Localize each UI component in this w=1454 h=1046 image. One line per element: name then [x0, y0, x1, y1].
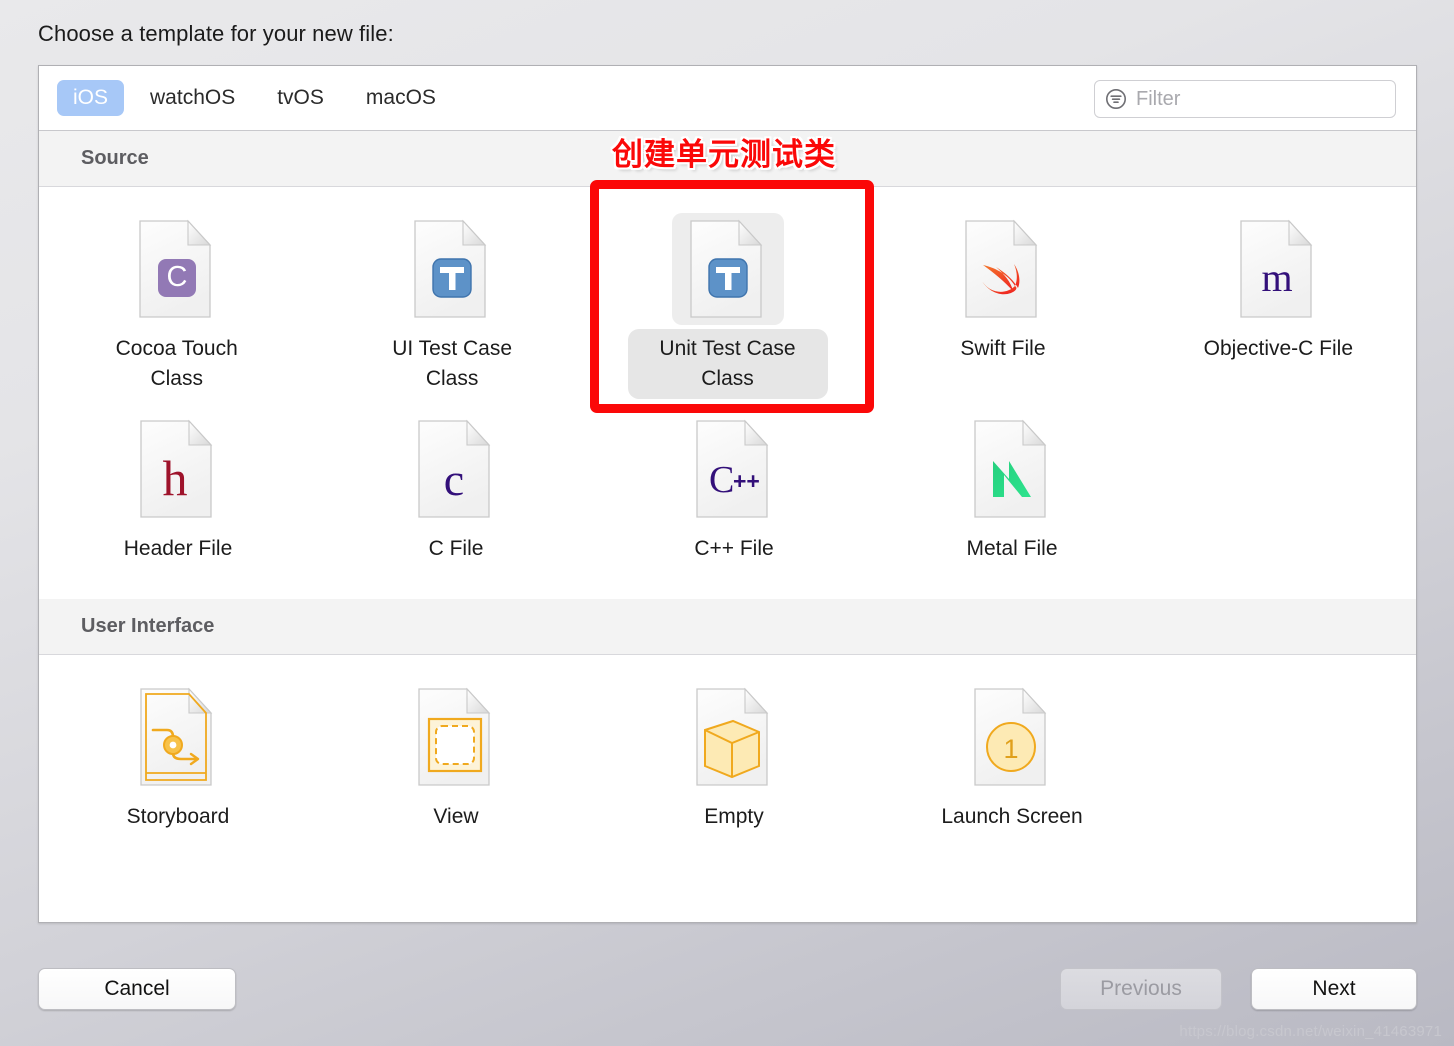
template-item-label: Unit Test Case Class — [627, 329, 828, 399]
template-item-label: C++ File — [694, 537, 774, 560]
template-item-label: Cocoa Touch Class — [77, 329, 277, 399]
label-line-2: Class — [425, 367, 479, 390]
storyboard-icon — [122, 681, 234, 793]
template-item-label: Objective-C File — [1203, 337, 1354, 360]
ui-test-case-class-icon — [396, 213, 508, 325]
template-item-launch-screen[interactable]: 1 Launch Screen — [873, 667, 1151, 837]
tab-tvos[interactable]: tvOS — [261, 80, 340, 116]
metal-file-icon — [956, 413, 1068, 525]
svg-text:m: m — [1262, 255, 1293, 300]
label-line-2: Class — [701, 367, 754, 390]
next-button[interactable]: Next — [1251, 968, 1417, 1010]
template-row: Storyboard View Empty 1 Launch Screen — [39, 667, 1416, 837]
unit-test-case-class-icon — [671, 213, 784, 325]
empty-icon — [678, 681, 790, 793]
template-item-unit-test-case-class[interactable]: Unit Test Case Class — [590, 199, 865, 399]
template-item-empty[interactable]: Empty — [595, 667, 873, 837]
template-item-cocoa-touch-class[interactable]: C Cocoa Touch Class — [39, 199, 314, 399]
filter-icon — [1106, 89, 1126, 109]
filter-placeholder-text: Filter — [1136, 87, 1181, 110]
tab-watchos[interactable]: watchOS — [134, 80, 251, 116]
label-line-1: Cocoa Touch — [115, 337, 238, 360]
template-item-view[interactable]: View — [317, 667, 595, 837]
svg-text:C: C — [166, 261, 187, 293]
template-item-label: View — [433, 805, 479, 828]
svg-text:C: C — [709, 459, 734, 501]
swift-file-icon — [947, 213, 1059, 325]
svg-text:1: 1 — [1003, 734, 1018, 764]
watermark-text: https://blog.csdn.net/weixin_41463971 — [1179, 1023, 1442, 1040]
template-item-ui-test-case-class[interactable]: UI Test Case Class — [314, 199, 589, 399]
c-file-icon: c — [400, 413, 512, 525]
label-line-2: Class — [150, 367, 203, 390]
view-icon — [400, 681, 512, 793]
section-body-user-interface: Storyboard View Empty 1 Launch Screen — [39, 655, 1416, 877]
template-item-objective-c-file[interactable]: m Objective-C File — [1141, 199, 1416, 369]
cancel-button[interactable]: Cancel — [38, 968, 236, 1010]
cocoa-touch-class-icon: C — [121, 213, 233, 325]
section-body-source: C Cocoa Touch Class UI Test Case Class U… — [39, 187, 1416, 599]
section-header-user-interface: User Interface — [39, 599, 1416, 655]
template-item-cpp-file[interactable]: C ++ C++ File — [595, 399, 873, 569]
template-item-label: Header File — [123, 537, 233, 560]
template-chooser-panel: iOS watchOS tvOS macOS Filter Source C C… — [38, 65, 1417, 923]
template-item-label: Empty — [704, 805, 764, 828]
template-item-metal-file[interactable]: Metal File — [873, 399, 1151, 569]
template-item-header-file[interactable]: h Header File — [39, 399, 317, 569]
template-item-swift-file[interactable]: Swift File — [865, 199, 1140, 369]
template-item-storyboard[interactable]: Storyboard — [39, 667, 317, 837]
template-item-label: Swift File — [960, 337, 1046, 360]
label-line-1: Unit Test Case — [659, 337, 796, 360]
filter-input[interactable]: Filter — [1094, 80, 1396, 118]
annotation-label: 创建单元测试类 — [612, 137, 836, 173]
template-item-label: C File — [428, 537, 484, 560]
template-item-label: UI Test Case Class — [352, 329, 552, 399]
svg-text:h: h — [163, 450, 188, 506]
platform-tab-bar: iOS watchOS tvOS macOS Filter — [39, 66, 1416, 131]
header-file-icon: h — [122, 413, 234, 525]
tab-macos[interactable]: macOS — [350, 80, 452, 116]
template-item-label: Launch Screen — [941, 805, 1083, 828]
tab-ios[interactable]: iOS — [57, 80, 125, 116]
template-row: C Cocoa Touch Class UI Test Case Class U… — [39, 199, 1416, 399]
template-item-label: Storyboard — [126, 805, 230, 828]
launch-screen-icon: 1 — [956, 681, 1068, 793]
label-line-1: UI Test Case — [392, 337, 513, 360]
cpp-file-icon: C ++ — [678, 413, 790, 525]
template-row: h Header File c C File C ++ C++ File Met… — [39, 399, 1416, 569]
svg-text:c: c — [444, 454, 464, 505]
template-item-c-file[interactable]: c C File — [317, 399, 595, 569]
template-item-label: Metal File — [966, 537, 1058, 560]
previous-button[interactable]: Previous — [1060, 968, 1222, 1010]
page-title: Choose a template for your new file: — [38, 21, 394, 46]
objective-c-file-icon: m — [1222, 213, 1334, 325]
svg-text:++: ++ — [733, 468, 760, 494]
